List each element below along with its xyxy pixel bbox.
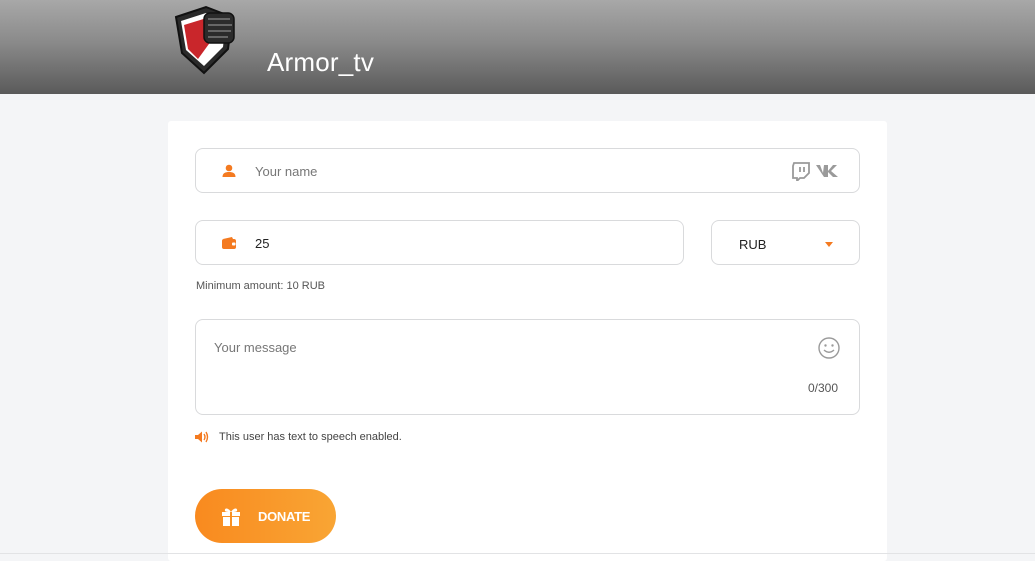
amount-field[interactable]: 25 (195, 220, 684, 265)
chevron-down-icon (825, 242, 833, 247)
twitch-icon[interactable] (792, 162, 810, 181)
gift-icon (222, 508, 240, 526)
message-input[interactable]: Your message (214, 340, 297, 355)
currency-select[interactable]: RUB (711, 220, 860, 265)
channel-name: Armor_tv (267, 47, 375, 77)
currency-value: RUB (739, 237, 767, 252)
speaker-icon (195, 431, 209, 443)
emoji-icon[interactable] (818, 337, 840, 359)
donate-button[interactable]: DONATE (195, 489, 336, 543)
amount-input[interactable]: 25 (255, 236, 269, 251)
divider (0, 553, 1035, 554)
user-icon (222, 164, 236, 177)
name-input[interactable]: Your name (255, 164, 317, 179)
name-field[interactable]: Your name (195, 148, 860, 193)
fist-shield-logo (174, 5, 235, 75)
tts-notice: This user has text to speech enabled. (219, 431, 402, 443)
page-header: Armor_tv (0, 0, 1035, 94)
minimum-amount-text: Minimum amount: 10 RUB (196, 280, 325, 292)
character-counter: 0/300 (808, 381, 839, 395)
donate-label: DONATE (258, 509, 311, 524)
vk-icon[interactable] (815, 164, 839, 178)
message-field[interactable]: Your message 0/300 (195, 319, 860, 415)
wallet-icon (222, 237, 236, 249)
donation-form: Your name 25 RUB Minimum amount: 10 RUB … (168, 121, 887, 561)
